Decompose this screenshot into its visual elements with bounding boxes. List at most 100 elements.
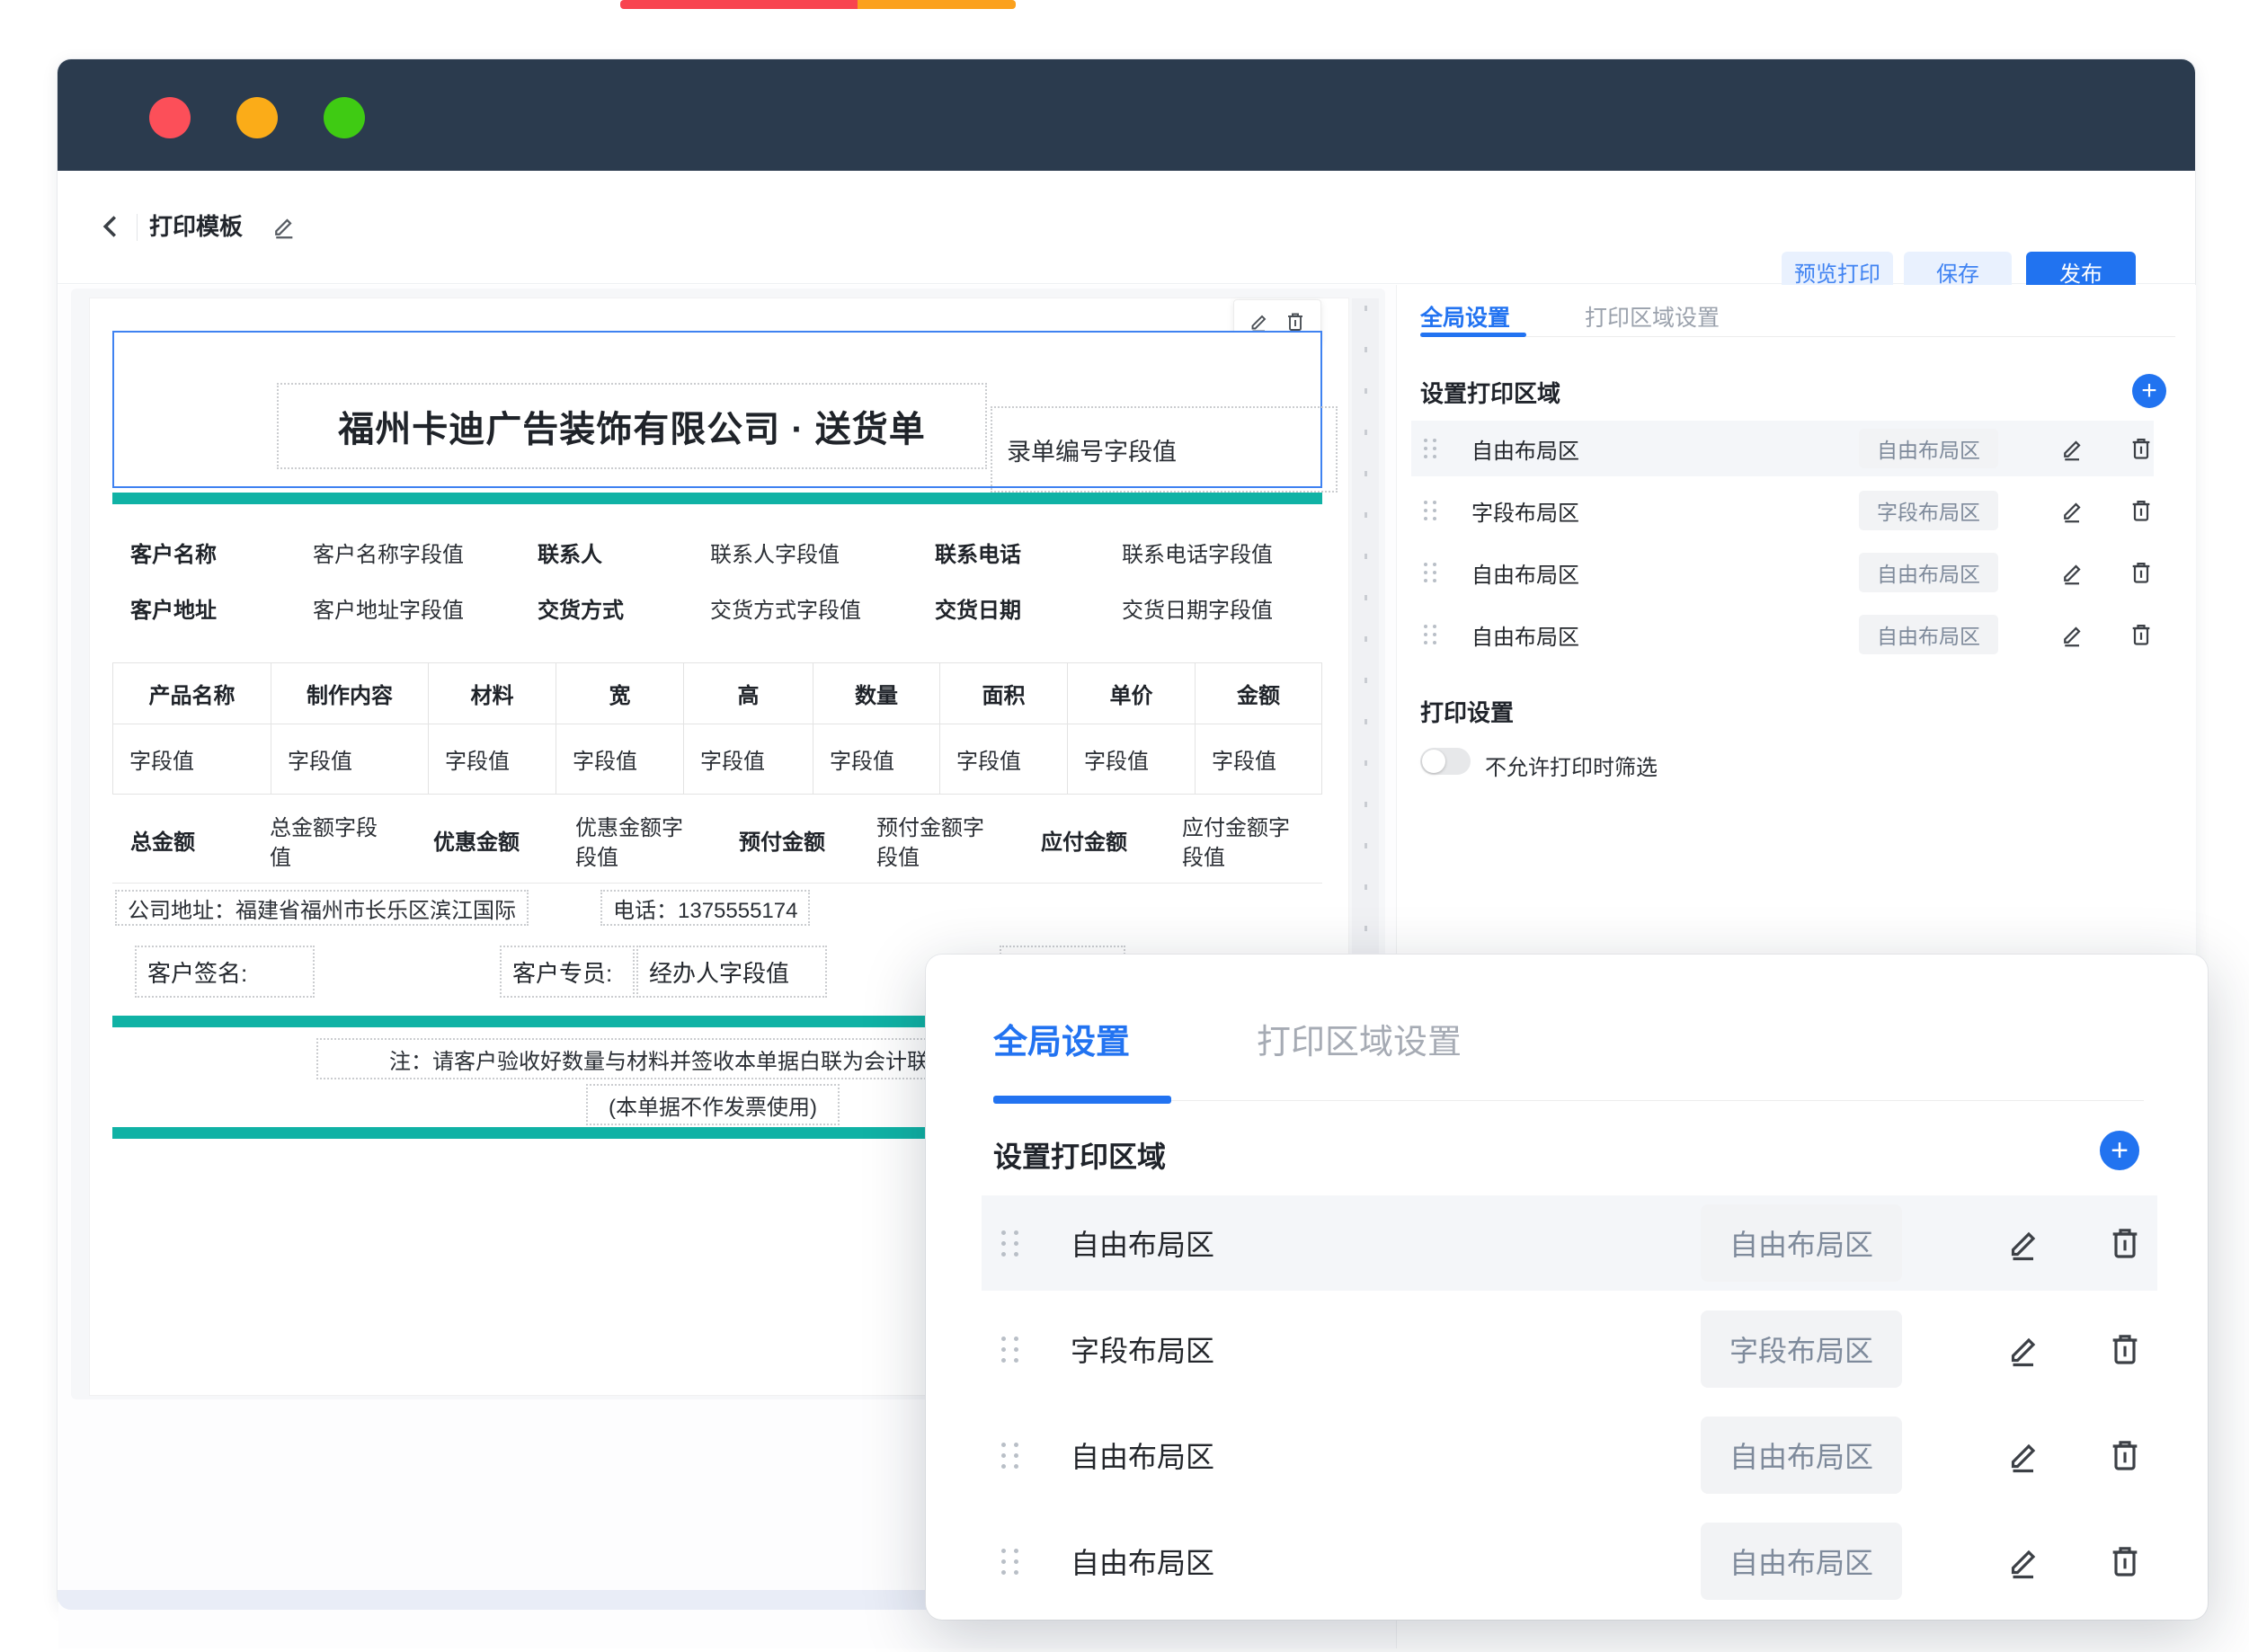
overlay-add-print-area-button[interactable]: +: [2100, 1131, 2139, 1170]
cell-value: 字段值: [684, 724, 813, 795]
total-label: 预付金额: [739, 804, 825, 881]
area-type-tag: 字段布局区: [1859, 491, 1998, 530]
cell-value: 字段值: [1068, 724, 1196, 795]
edit-area-icon[interactable]: [2060, 622, 2085, 647]
tabs-divider: [1420, 336, 2175, 337]
total-value: 应付金额字段值: [1182, 804, 1308, 881]
edit-area-icon[interactable]: [2006, 1437, 2042, 1473]
note-text-2: (本单据不作发票使用): [609, 1089, 817, 1121]
note-field-2[interactable]: (本单据不作发票使用): [586, 1084, 840, 1125]
edit-area-icon[interactable]: [2006, 1331, 2042, 1367]
edit-area-icon[interactable]: [2006, 1543, 2042, 1579]
company-title-field[interactable]: 福州卡迪广告装饰有限公司 · 送货单: [277, 383, 987, 469]
toggle-label: 不允许打印时筛选: [1485, 750, 1658, 781]
cell-value: 字段值: [940, 724, 1068, 795]
company-address-text: 公司地址：福建省福州市长乐区滨江国际: [128, 893, 516, 924]
company-address-field[interactable]: 公司地址：福建省福州市长乐区滨江国际: [115, 890, 529, 926]
teal-divider-bar-1[interactable]: [112, 493, 1322, 504]
tab-global-settings[interactable]: 全局设置: [1420, 300, 1510, 333]
delete-area-icon[interactable]: [2107, 1225, 2143, 1261]
print-area-row[interactable]: 字段布局区 字段布局区: [1411, 483, 2154, 538]
product-table-value-row: 字段值 字段值 字段值 字段值 字段值 字段值 字段值 字段值 字段值: [113, 724, 1322, 795]
delete-area-icon[interactable]: [2107, 1437, 2143, 1473]
order-number-field[interactable]: 录单编号字段值: [991, 406, 1338, 493]
overlay-print-area-row[interactable]: 自由布局区 自由布局区: [982, 1514, 2157, 1609]
customer-signature-field[interactable]: 客户签名:: [135, 946, 315, 998]
area-name: 字段布局区: [1071, 1328, 1214, 1370]
drag-handle-icon[interactable]: [1001, 1443, 1020, 1469]
delete-area-icon[interactable]: [2107, 1331, 2143, 1367]
company-phone-field[interactable]: 电话：1375555174: [600, 890, 810, 926]
window-minimize-button[interactable]: [236, 97, 278, 138]
agent-label-field[interactable]: 客户专员:: [500, 946, 635, 998]
col-header: 高: [684, 663, 813, 724]
active-tab-underline: [1420, 333, 1526, 337]
area-name: 自由布局区: [1071, 1222, 1214, 1264]
drag-handle-icon[interactable]: [1424, 439, 1437, 458]
info-label: 联系电话: [935, 537, 1021, 568]
overlay-print-area-row[interactable]: 字段布局区 字段布局区: [982, 1301, 2157, 1397]
print-area-row[interactable]: 自由布局区 自由布局区: [1411, 421, 2154, 476]
edit-area-icon[interactable]: [2060, 498, 2085, 523]
col-header: 产品名称: [113, 663, 271, 724]
delete-area-icon[interactable]: [2129, 498, 2154, 523]
drag-handle-icon[interactable]: [1001, 1549, 1020, 1575]
area-name: 字段布局区: [1471, 495, 1579, 527]
add-print-area-button[interactable]: +: [2132, 374, 2166, 408]
drag-handle-icon[interactable]: [1424, 625, 1437, 644]
area-name: 自由布局区: [1071, 1541, 1214, 1582]
col-header: 面积: [940, 663, 1068, 724]
info-value: 客户地址字段值: [313, 592, 464, 624]
edit-area-icon[interactable]: [2060, 560, 2085, 585]
note-field-1[interactable]: 注：请客户验收好数量与材料并签收本单据白联为会计联: [316, 1038, 1001, 1079]
area-type-tag: 自由布局区: [1701, 1523, 1902, 1600]
edit-area-icon[interactable]: [2006, 1225, 2042, 1261]
agent-value-field[interactable]: 经办人字段值: [636, 946, 827, 998]
delete-area-icon[interactable]: [2129, 622, 2154, 647]
cell-value: 字段值: [271, 724, 429, 795]
edit-block-icon[interactable]: [1249, 311, 1270, 333]
print-area-row[interactable]: 自由布局区 自由布局区: [1411, 545, 2154, 600]
area-type-tag: 自由布局区: [1859, 553, 1998, 592]
edit-title-icon[interactable]: [271, 214, 297, 239]
area-name: 自由布局区: [1471, 557, 1579, 589]
header-divider: [137, 214, 138, 241]
screen: 打印模板 预览打印 保存 发布 福州卡迪广告装饰有限公司 · 送货单 录单编号字…: [0, 0, 2249, 1652]
delete-block-icon[interactable]: [1285, 311, 1306, 333]
col-header: 数量: [813, 663, 940, 724]
col-header: 材料: [429, 663, 556, 724]
area-name: 自由布局区: [1471, 619, 1579, 651]
overlay-print-area-row[interactable]: 自由布局区 自由布局区: [982, 1195, 2157, 1291]
total-value: 总金额字段值: [270, 804, 396, 881]
col-header: 宽: [556, 663, 684, 724]
tab-print-region-settings[interactable]: 打印区域设置: [1585, 300, 1720, 333]
print-area-row[interactable]: 自由布局区 自由布局区: [1411, 607, 2154, 662]
back-icon[interactable]: [95, 210, 128, 243]
overlay-section-title-print-area: 设置打印区域: [993, 1134, 1166, 1176]
overlay-print-area-row[interactable]: 自由布局区 自由布局区: [982, 1408, 2157, 1503]
section-title-print-area: 设置打印区域: [1420, 376, 1560, 409]
col-header: 单价: [1068, 663, 1196, 724]
customer-signature-label: 客户签名:: [147, 955, 247, 989]
product-table[interactable]: 产品名称 制作内容 材料 宽 高 数量 面积 单价 金额 字段值 字段值 字段值…: [112, 662, 1322, 795]
drag-handle-icon[interactable]: [1001, 1230, 1020, 1257]
filter-toggle[interactable]: [1420, 748, 1471, 775]
overlay-active-tab-underline: [993, 1096, 1171, 1104]
area-type-tag: 自由布局区: [1859, 429, 1998, 468]
drag-handle-icon[interactable]: [1424, 563, 1437, 582]
info-label: 客户地址: [130, 592, 217, 624]
window-zoom-button[interactable]: [324, 97, 365, 138]
col-header: 制作内容: [271, 663, 429, 724]
cell-value: 字段值: [1196, 724, 1322, 795]
delete-area-icon[interactable]: [2129, 436, 2154, 461]
delete-area-icon[interactable]: [2107, 1543, 2143, 1579]
area-name: 自由布局区: [1071, 1434, 1214, 1476]
delete-area-icon[interactable]: [2129, 560, 2154, 585]
edit-area-icon[interactable]: [2060, 436, 2085, 461]
drag-handle-icon[interactable]: [1424, 501, 1437, 520]
overlay-tab-print-region-settings[interactable]: 打印区域设置: [1257, 1014, 1462, 1063]
drag-handle-icon[interactable]: [1001, 1337, 1020, 1363]
info-label: 交货方式: [538, 592, 624, 624]
window-close-button[interactable]: [149, 97, 191, 138]
overlay-tab-global-settings[interactable]: 全局设置: [993, 1014, 1130, 1063]
